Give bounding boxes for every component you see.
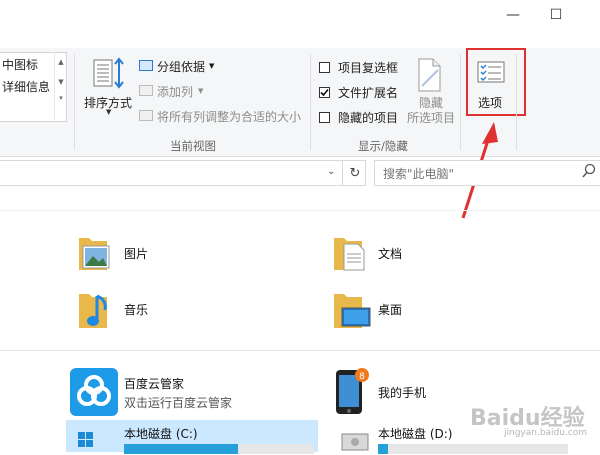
documents-folder-icon xyxy=(334,238,365,271)
add-column-icon xyxy=(139,85,153,96)
section-divider xyxy=(0,350,600,351)
scroll-down-icon: ▼ xyxy=(58,78,64,86)
content-top-line xyxy=(0,210,600,211)
pictures-folder-icon xyxy=(79,238,110,270)
baidu-cloud-icon xyxy=(77,375,111,406)
drive-label: 本地磁盘 (C:) xyxy=(124,427,198,441)
maximize-button[interactable]: ☐ xyxy=(533,0,579,30)
address-bar[interactable] xyxy=(0,160,366,186)
app-description: 双击运行百度云管家 xyxy=(124,396,233,410)
check-icon xyxy=(320,88,329,97)
chevron-down-icon: ▼ xyxy=(198,87,204,95)
layout-medium-icons[interactable]: 中图标 xyxy=(2,56,38,73)
drive-usage-fill xyxy=(124,444,238,454)
chevron-down-icon: ▼ xyxy=(209,62,215,70)
folder-label: 文档 xyxy=(378,247,403,261)
drive-usage-bar xyxy=(378,444,568,454)
svg-text:8: 8 xyxy=(359,372,365,382)
address-dropdown-chevron-icon[interactable]: ⌄ xyxy=(327,166,335,177)
options-button[interactable] xyxy=(476,60,506,87)
drive-d-icon xyxy=(340,428,370,455)
hidden-items-checkbox[interactable] xyxy=(319,112,330,123)
folder-label: 音乐 xyxy=(124,303,149,317)
hide-document-icon xyxy=(418,58,441,92)
group-by-button[interactable]: 分组依据 xyxy=(157,58,205,75)
folder-music[interactable] xyxy=(77,288,111,333)
sort-by-button[interactable]: 排序方式 ▼ xyxy=(82,56,132,116)
my-phone-app[interactable]: 8 xyxy=(334,366,374,419)
options-icon xyxy=(477,61,505,83)
folder-pictures[interactable] xyxy=(77,232,111,275)
windows-drive-icon xyxy=(72,430,112,455)
search-icon xyxy=(582,163,596,182)
search-box[interactable] xyxy=(374,160,600,186)
file-extensions-checkbox[interactable] xyxy=(319,87,330,98)
item-checkboxes-label: 项目复选框 xyxy=(338,61,399,75)
drive-usage-bar xyxy=(124,444,314,454)
watermark-url: jingyan.baidu.com xyxy=(504,428,588,438)
fit-columns-button[interactable]: 将所有列调整为合适的大小 xyxy=(157,108,301,125)
file-extensions-label: 文件扩展名 xyxy=(338,86,399,100)
group-label-show-hide: 显示/隐藏 xyxy=(358,139,408,153)
refresh-icon: ↻ xyxy=(349,165,361,181)
add-column-button[interactable]: 添加列 xyxy=(157,83,193,100)
folder-label: 图片 xyxy=(124,247,149,261)
hide-selected-button[interactable] xyxy=(416,58,442,95)
drive-label: 本地磁盘 (D:) xyxy=(378,427,453,441)
music-folder-icon xyxy=(79,294,107,328)
phone-icon: 8 xyxy=(336,368,369,414)
separator xyxy=(310,54,311,150)
sort-icon xyxy=(93,57,124,89)
hidden-items-label: 隐藏的项目 xyxy=(338,111,399,125)
refresh-button[interactable]: ↻ xyxy=(342,160,367,186)
folder-label: 桌面 xyxy=(378,303,403,317)
folder-documents[interactable] xyxy=(332,232,366,275)
baidu-cloud-app[interactable] xyxy=(70,368,118,416)
desktop-folder-icon xyxy=(334,294,371,328)
folder-desktop[interactable] xyxy=(332,288,372,333)
scroll-up-icon: ▲ xyxy=(58,58,64,66)
chevron-down-icon: ▼ xyxy=(106,108,112,116)
app-name: 我的手机 xyxy=(378,386,427,400)
search-input[interactable] xyxy=(381,162,575,186)
layout-details[interactable]: 详细信息 xyxy=(2,78,50,95)
item-checkboxes-checkbox[interactable] xyxy=(319,62,330,73)
fit-columns-icon xyxy=(139,110,153,121)
group-label-current-view: 当前视图 xyxy=(170,139,216,153)
separator xyxy=(516,54,517,150)
expand-icon: ▾ xyxy=(59,94,63,102)
minimize-icon: — xyxy=(506,7,520,23)
layout-scroll[interactable]: ▲ ▼ ▾ xyxy=(54,52,67,120)
selected-items-label: 所选项目 xyxy=(407,111,456,125)
group-by-icon xyxy=(139,60,153,71)
maximize-icon: ☐ xyxy=(549,7,563,23)
options-label: 选项 xyxy=(478,96,503,110)
minimize-button[interactable]: — xyxy=(490,0,536,30)
drive-usage-fill xyxy=(378,444,388,454)
app-name: 百度云管家 xyxy=(124,377,185,391)
separator xyxy=(74,54,75,150)
